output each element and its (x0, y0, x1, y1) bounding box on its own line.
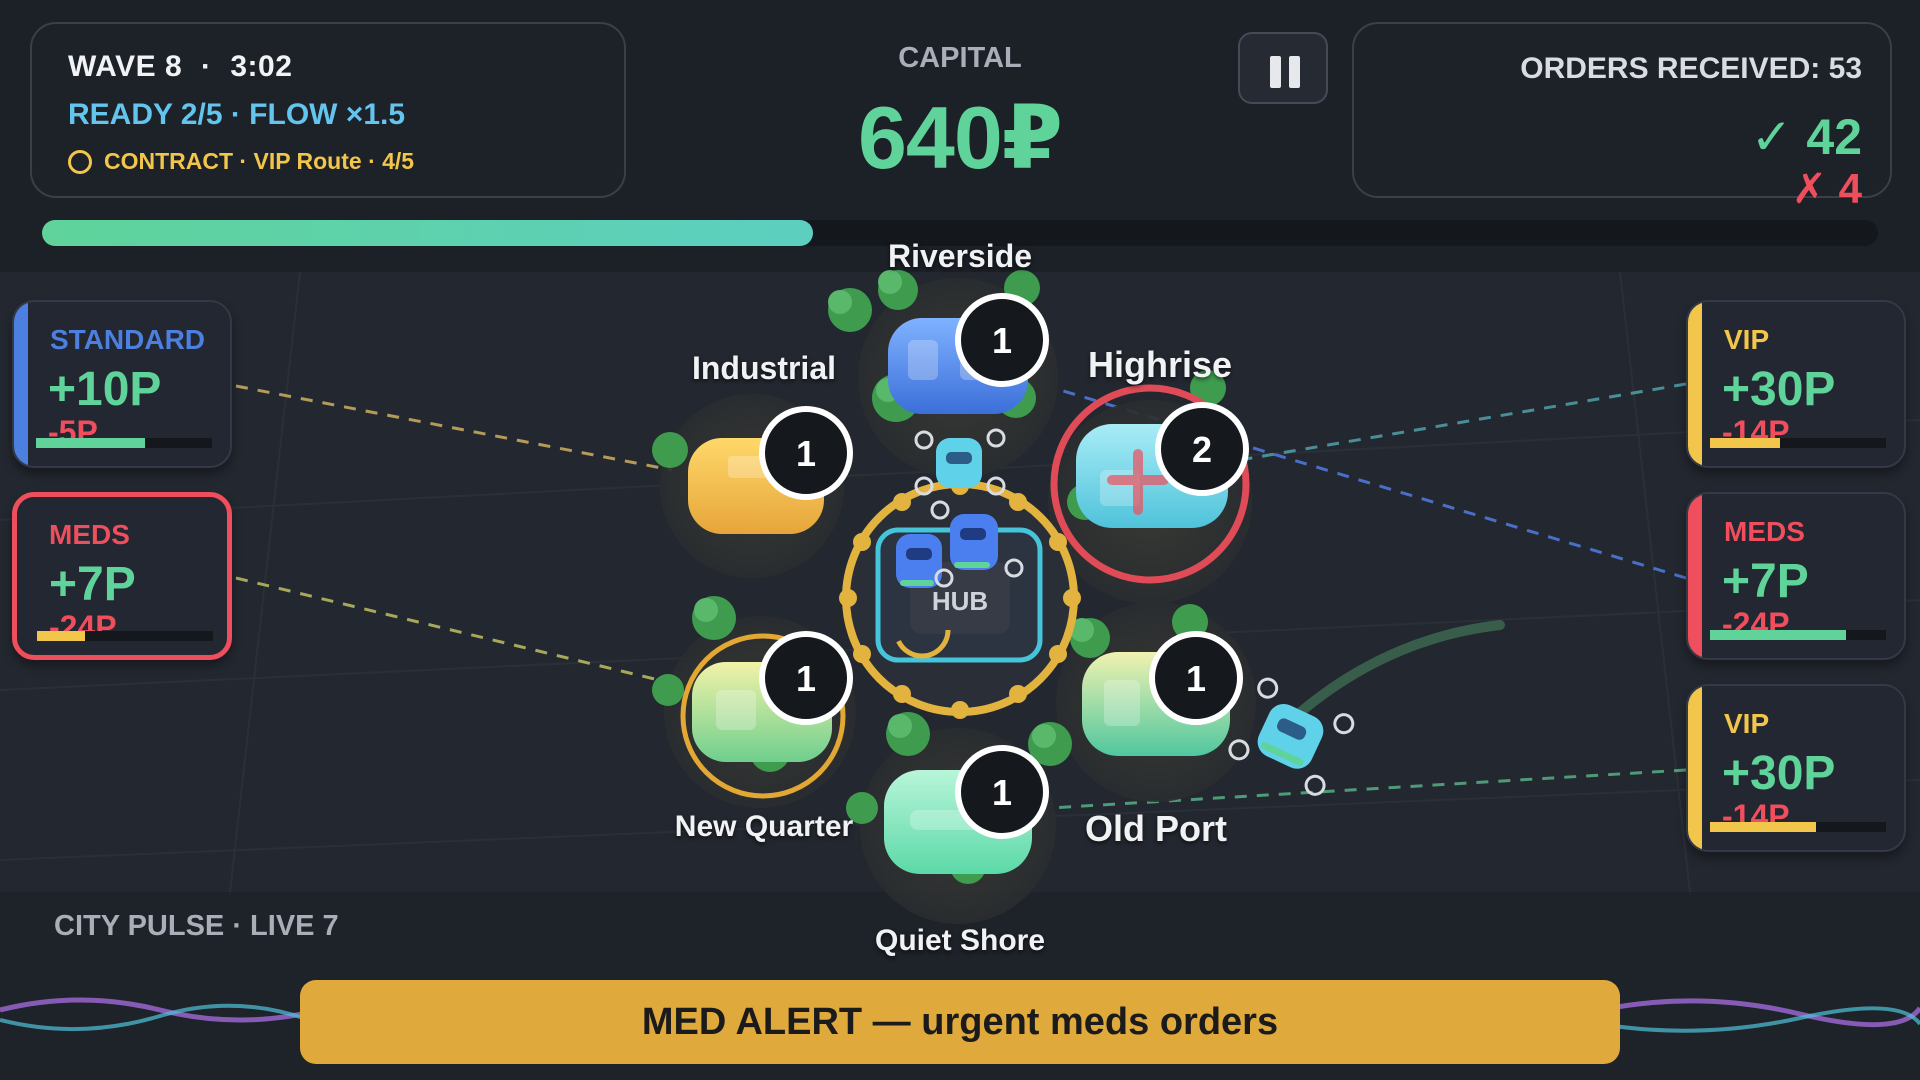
order-card-accent (1688, 302, 1702, 466)
order-card-vip[interactable]: VIP +30P -14P (1686, 684, 1906, 852)
new-quarter-order-count: 1 (796, 658, 816, 699)
order-timer-bar (1710, 822, 1886, 832)
order-card-meds[interactable]: MEDS +7P -24P (12, 492, 232, 660)
district-label-new-quarter: New Quarter (674, 810, 854, 843)
route-standard (235, 384, 673, 472)
order-card-vip[interactable]: VIP +30P -14P (1686, 300, 1906, 468)
order-type: STANDARD (50, 324, 206, 355)
order-timer-bar (1710, 438, 1886, 448)
order-reward: +30P (1722, 363, 1836, 416)
district-label-industrial: Industrial (691, 350, 836, 386)
order-type: VIP (1724, 324, 1770, 355)
city-pulse-status: CITY PULSE · LIVE 7 (54, 910, 339, 942)
district-label-riverside: Riverside (887, 238, 1033, 274)
order-card-meds[interactable]: MEDS +7P -24P (1686, 492, 1906, 660)
order-reward: +10P (48, 363, 162, 416)
order-type: VIP (1724, 708, 1770, 739)
district-label-highrise: Highrise (1087, 344, 1233, 385)
route-vip-top (1239, 382, 1687, 462)
order-timer-bar (36, 438, 212, 448)
order-reward: +7P (1722, 555, 1809, 608)
route-meds-left (235, 576, 701, 692)
med-alert-banner: MED ALERT — urgent meds orders (300, 980, 1620, 1064)
order-reward: +7P (49, 558, 136, 611)
highrise-order-count: 2 (1192, 429, 1212, 470)
order-type: MEDS (1724, 516, 1805, 547)
order-card-accent (1688, 686, 1702, 850)
quiet-shore-order-count: 1 (992, 772, 1012, 813)
order-card-accent (14, 302, 28, 466)
industrial-order-count: 1 (796, 433, 816, 474)
hub-label: HUB (932, 586, 988, 616)
order-card-standard[interactable]: STANDARD +10P -5P (12, 300, 232, 468)
order-card-accent (1688, 494, 1702, 658)
old-port-order-count: 1 (1186, 658, 1206, 699)
riverside-order-count: 1 (992, 320, 1012, 361)
order-timer-bar (37, 631, 213, 641)
order-reward: +30P (1722, 747, 1836, 800)
order-type: MEDS (49, 519, 130, 550)
district-label-quiet-shore: Quiet Shore (874, 924, 1046, 957)
district-label-old-port: Old Port (1085, 808, 1227, 849)
order-timer-bar (1710, 630, 1886, 640)
